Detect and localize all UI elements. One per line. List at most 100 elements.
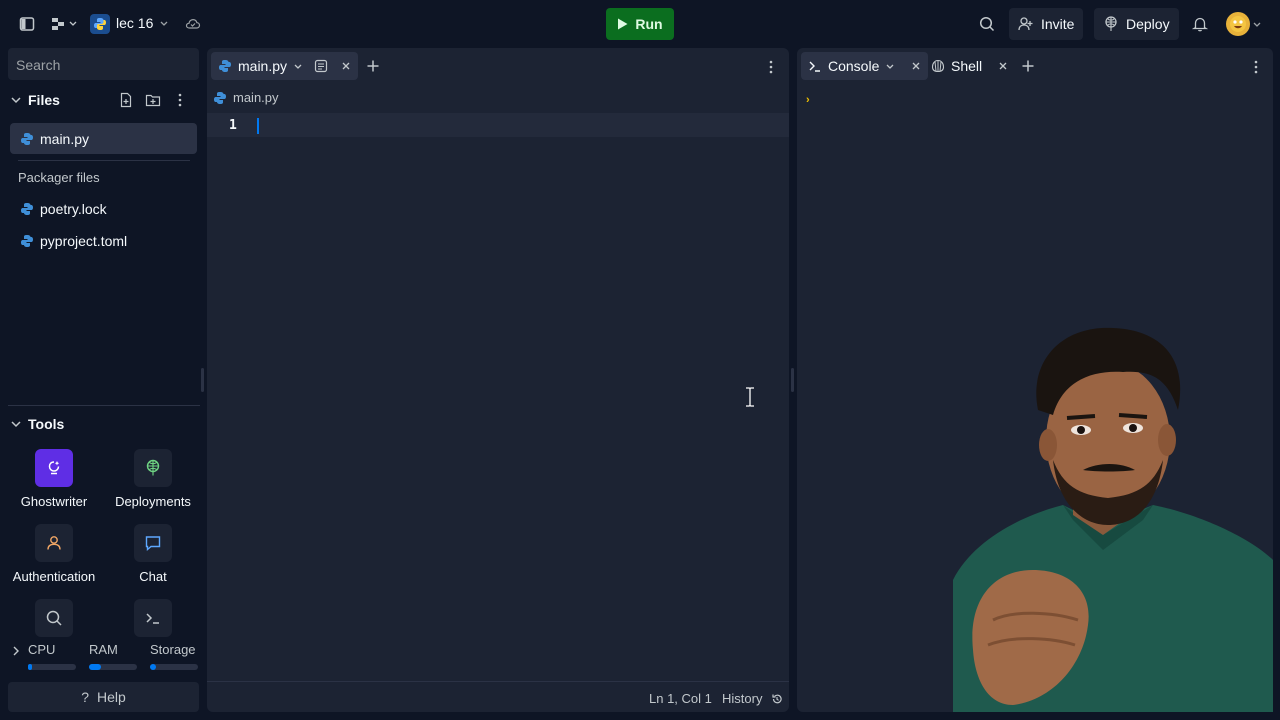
help-label: Help: [97, 689, 126, 705]
file-item-pyproject-toml[interactable]: pyproject.toml: [10, 225, 197, 256]
file-item-main-py[interactable]: main.py: [10, 123, 197, 154]
run-button[interactable]: Run: [606, 8, 674, 40]
tool-label: Chat: [139, 569, 167, 584]
pane-resize-handle[interactable]: [791, 368, 794, 392]
python-file-icon: [219, 60, 231, 72]
ghostwriter-icon[interactable]: [35, 449, 73, 487]
presenter-image: [953, 327, 1273, 712]
chevron-down-icon[interactable]: [1252, 19, 1262, 29]
file-name: pyproject.toml: [40, 232, 128, 249]
search-icon[interactable]: [35, 599, 73, 637]
terminal-icon: [809, 61, 820, 72]
file-name: main.py: [40, 130, 90, 147]
tab-shell[interactable]: Shell: [924, 52, 1015, 80]
tool-search[interactable]: [9, 599, 99, 637]
tool-authentication[interactable]: Authentication: [9, 524, 99, 584]
file-item-poetry-lock[interactable]: poetry.lock: [10, 193, 197, 224]
python-file-icon: [21, 234, 33, 247]
tab-console[interactable]: Console: [801, 52, 929, 80]
history-icon[interactable]: [771, 692, 783, 708]
tools-header[interactable]: Tools: [10, 416, 64, 432]
console-tab-bar: Console Shell: [797, 48, 1273, 84]
add-user-icon: [1018, 17, 1033, 31]
deploy-icon: [1105, 16, 1117, 31]
terminal-icon[interactable]: [134, 599, 172, 637]
help-button[interactable]: ? Help: [8, 682, 199, 712]
deploy-label: Deploy: [1126, 16, 1170, 32]
storage-meter-fill: [150, 664, 156, 670]
deployments-icon[interactable]: [134, 449, 172, 487]
invite-button[interactable]: Invite: [1009, 8, 1084, 40]
history-button[interactable]: History: [722, 691, 762, 706]
cpu-meter-fill: [28, 664, 32, 670]
more-options-icon[interactable]: [765, 59, 777, 78]
more-options-icon[interactable]: [1250, 59, 1262, 78]
play-icon: [618, 18, 628, 30]
repl-name[interactable]: lec 16: [116, 15, 169, 31]
tab-label: Console: [828, 58, 880, 74]
tools-title: Tools: [28, 416, 65, 432]
invite-label: Invite: [1041, 16, 1075, 32]
code-editor-line[interactable]: 1: [207, 113, 789, 137]
deploy-button[interactable]: Deploy: [1094, 8, 1179, 40]
tool-deployments[interactable]: Deployments: [108, 449, 198, 509]
cpu-meter: [28, 664, 76, 670]
chat-icon[interactable]: [134, 524, 172, 562]
packager-files-label: Packager files: [18, 170, 100, 185]
chevron-down-icon[interactable]: [293, 61, 303, 71]
sidebar-resize-handle[interactable]: [201, 368, 204, 392]
chevron-down-icon[interactable]: [10, 94, 22, 106]
editor-tab-bar: main.py: [207, 48, 789, 84]
cpu-label: CPU: [28, 642, 56, 657]
line-number: 1: [229, 118, 237, 133]
tab-label: main.py: [238, 58, 288, 74]
add-tab-icon[interactable]: [1021, 59, 1035, 76]
breadcrumb-label: main.py: [233, 90, 279, 105]
console-prompt[interactable]: ›: [806, 94, 810, 106]
add-tab-icon[interactable]: [366, 59, 380, 76]
resources-panel[interactable]: CPU RAM Storage: [8, 642, 200, 672]
files-title: Files: [28, 92, 60, 108]
document-icon[interactable]: [313, 58, 329, 74]
tool-chat[interactable]: Chat: [108, 524, 198, 584]
storage-meter: [150, 664, 198, 670]
more-options-icon[interactable]: [174, 92, 186, 111]
bell-icon[interactable]: [1191, 15, 1209, 33]
chevron-down-icon: [159, 15, 169, 31]
files-header[interactable]: Files: [10, 90, 200, 110]
close-icon[interactable]: [998, 61, 1008, 71]
chevron-right-icon[interactable]: [11, 645, 21, 657]
python-logo-icon: [90, 14, 110, 34]
breadcrumb[interactable]: main.py: [213, 90, 279, 105]
cloud-check-icon[interactable]: [184, 15, 202, 33]
divider: [18, 160, 190, 161]
close-icon[interactable]: [911, 61, 921, 71]
tool-label: Ghostwriter: [20, 494, 88, 509]
emoji-face-icon: [1230, 16, 1246, 32]
run-label: Run: [635, 16, 663, 32]
cursor-position[interactable]: Ln 1, Col 1: [649, 691, 712, 706]
search-icon[interactable]: [978, 15, 996, 33]
tool-ghostwriter[interactable]: Ghostwriter: [9, 449, 99, 509]
divider: [8, 405, 200, 406]
user-icon[interactable]: [35, 524, 73, 562]
chevron-down-icon[interactable]: [10, 418, 22, 430]
question-icon: ?: [81, 689, 89, 705]
python-file-icon: [214, 91, 226, 104]
search-input[interactable]: Search: [8, 48, 199, 80]
replit-menu-icon[interactable]: [50, 15, 78, 33]
new-folder-icon[interactable]: [145, 92, 161, 111]
sidebar: Search Files main.py Packager files poet…: [0, 48, 205, 720]
new-file-icon[interactable]: [118, 92, 134, 111]
sidebar-toggle-icon[interactable]: [18, 15, 36, 33]
chevron-down-icon[interactable]: [885, 61, 895, 71]
top-bar: lec 16 Run Invite Deploy: [0, 0, 1280, 48]
ram-label: RAM: [89, 642, 118, 657]
tool-shell[interactable]: [108, 599, 198, 637]
editor-pane: main.py main.py 1 Ln 1, Col 1 History: [207, 48, 789, 712]
avatar[interactable]: [1226, 12, 1250, 36]
search-placeholder: Search: [16, 57, 61, 73]
file-name: poetry.lock: [40, 200, 107, 217]
tab-main-py[interactable]: main.py: [211, 52, 359, 80]
close-icon[interactable]: [341, 61, 351, 71]
